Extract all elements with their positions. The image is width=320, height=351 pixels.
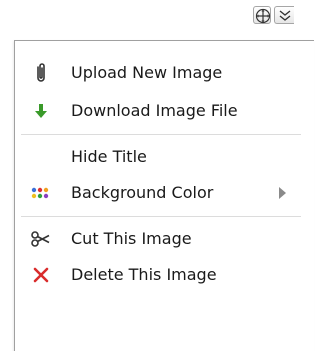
menu-item-label: Hide Title <box>71 147 147 166</box>
submenu-arrow-icon <box>279 187 286 199</box>
scissors-icon <box>29 227 53 251</box>
menu-separator <box>21 216 301 217</box>
menu-item-delete-this-image[interactable]: Delete This Image <box>15 257 303 293</box>
color-dots-icon <box>29 181 53 205</box>
menu-item-label: Download Image File <box>71 101 238 120</box>
delete-x-icon <box>29 263 53 287</box>
double-chevron-down-icon <box>279 10 291 21</box>
screen: Upload New Image Download Image File Hid… <box>0 0 314 351</box>
menu-item-label: Upload New Image <box>71 63 223 82</box>
menu-item-download-image-file[interactable]: Download Image File <box>15 93 303 129</box>
context-menu: Upload New Image Download Image File Hid… <box>14 40 314 351</box>
paperclip-icon <box>29 61 53 85</box>
menu-item-upload-new-image[interactable]: Upload New Image <box>15 55 303 91</box>
menu-separator <box>21 134 301 135</box>
menu-item-hide-title[interactable]: Hide Title <box>15 139 303 175</box>
menu-item-label: Cut This Image <box>71 229 192 248</box>
move-button[interactable] <box>253 6 271 24</box>
move-arrows-icon <box>255 8 271 24</box>
collapse-button[interactable] <box>274 6 294 24</box>
menu-item-label: Delete This Image <box>71 265 217 284</box>
menu-item-label: Background Color <box>71 183 214 202</box>
menu-item-background-color[interactable]: Background Color <box>15 175 303 211</box>
menu-item-cut-this-image[interactable]: Cut This Image <box>15 221 303 257</box>
download-arrow-icon <box>29 99 53 123</box>
